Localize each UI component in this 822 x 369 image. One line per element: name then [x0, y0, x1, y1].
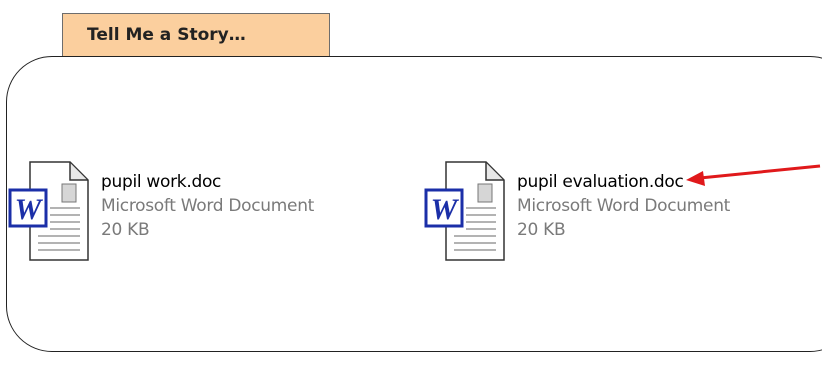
red-arrow-icon — [686, 164, 821, 186]
